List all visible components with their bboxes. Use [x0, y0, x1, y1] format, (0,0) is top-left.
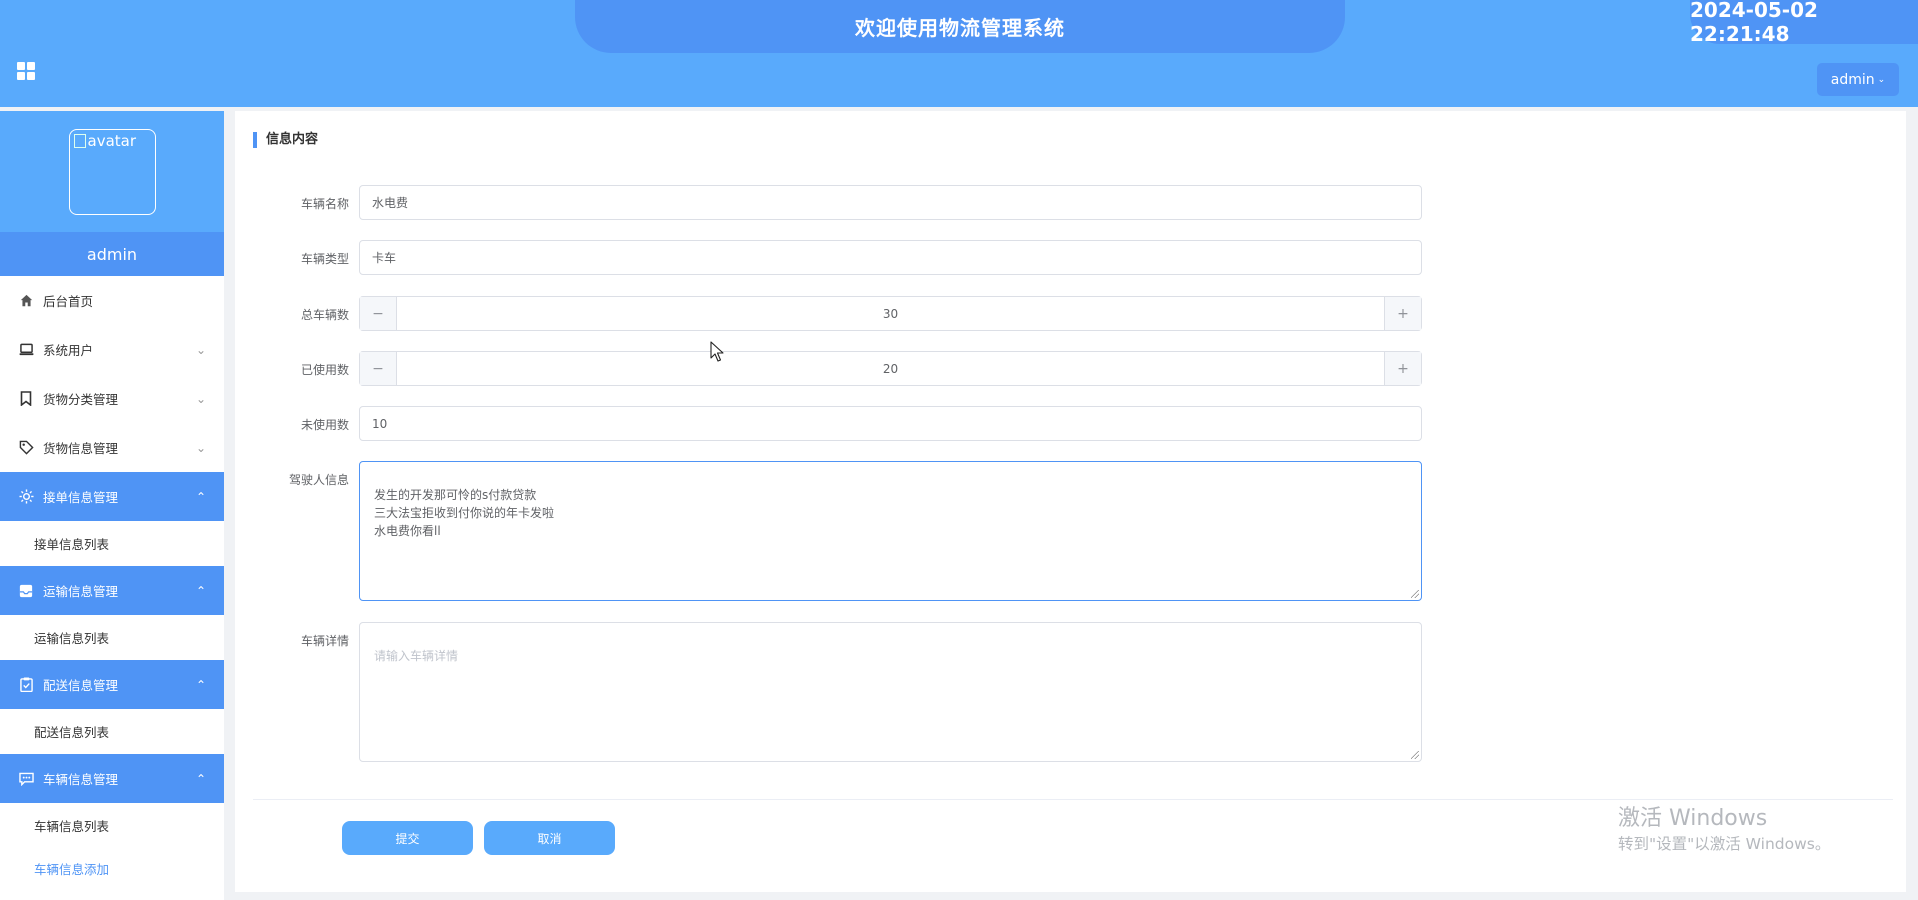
system-title: 欢迎使用物流管理系统 [575, 0, 1345, 53]
section-title: 信息内容 [253, 132, 318, 148]
chevron-up-icon: ⌃ [195, 489, 206, 504]
avatar-alt-text: avatar [87, 131, 137, 150]
watermark-line1: 激活 Windows [1618, 806, 1768, 831]
submit-button[interactable]: 提交 [342, 821, 473, 855]
broken-image-icon [73, 133, 86, 148]
vehicle-name-input[interactable]: 水电费 [359, 185, 1422, 220]
user-dropdown-label: admin [1830, 71, 1875, 88]
driver-info-textarea[interactable]: 发生的开发那可怜的s付款贷款 三大法宝拒收到付你说的年卡发啦 水电费你看ll [359, 461, 1422, 601]
menu-toggle-grid-icon[interactable] [17, 62, 35, 80]
inbox-icon [18, 583, 34, 599]
cancel-button[interactable]: 取消 [484, 821, 615, 855]
sidebar-item-label: 货物信息管理 [43, 441, 119, 456]
increment-button[interactable]: + [1384, 352, 1421, 385]
sidebar-item-home[interactable]: 后台首页 [0, 276, 224, 325]
mouse-pointer-icon [710, 341, 724, 367]
sidebar-item-label: 后台首页 [43, 294, 94, 309]
chevron-up-icon: ⌃ [195, 583, 206, 598]
avatar: avatar [68, 128, 156, 215]
sun-icon [18, 489, 34, 505]
datetime-display: 2024-05-02 22:21:48 [1690, 0, 1918, 46]
sidebar-item-label: 配送信息管理 [43, 678, 119, 693]
sidebar-item-vehicle-info[interactable]: 车辆信息管理 ⌃ [0, 754, 224, 803]
used-count-value[interactable]: 20 [397, 352, 1384, 385]
total-count-label: 总车辆数 [300, 308, 349, 322]
vehicle-detail-label: 车辆详情 [300, 634, 349, 648]
sidebar-item-label: 运输信息管理 [43, 584, 119, 599]
resize-handle-icon[interactable] [1411, 590, 1419, 598]
decrement-button[interactable]: − [360, 297, 397, 330]
sidebar-item-label: 车辆信息管理 [43, 772, 119, 787]
driver-info-text: 发生的开发那可怜的s付款贷款 三大法宝拒收到付你说的年卡发啦 水电费你看ll [374, 488, 555, 538]
sidebar-subitem-vehicle-add[interactable]: 车辆信息添加 [0, 848, 224, 888]
used-count-stepper[interactable]: − 20 + [359, 351, 1422, 386]
sidebar: avatar admin 后台首页 系统用户 ⌄ 货物分类管理 ⌄ 货物信息管理… [0, 111, 224, 900]
watermark-line2: 转到"设置"以激活 Windows。 [1618, 835, 1831, 853]
driver-info-label: 驾驶人信息 [288, 473, 349, 487]
sidebar-item-transport-info[interactable]: 运输信息管理 ⌃ [0, 566, 224, 615]
sidebar-profile: avatar [0, 111, 224, 232]
tag-icon [18, 440, 34, 456]
form-divider [253, 799, 1893, 800]
sidebar-item-delivery-info[interactable]: 配送信息管理 ⌃ [0, 660, 224, 709]
monitor-icon [18, 342, 34, 358]
resize-handle-icon[interactable] [1411, 751, 1419, 759]
message-icon [18, 771, 34, 787]
chevron-up-icon: ⌃ [195, 677, 206, 692]
used-count-label: 已使用数 [300, 363, 349, 377]
vehicle-type-label: 车辆类型 [300, 252, 349, 266]
vehicle-detail-placeholder: 请输入车辆详情 [374, 649, 459, 663]
unused-count-label: 未使用数 [300, 418, 349, 432]
unused-count-input[interactable]: 10 [359, 406, 1422, 441]
clipboard-icon [18, 677, 34, 693]
sidebar-item-label: 系统用户 [43, 343, 94, 358]
sidebar-item-label: 货物分类管理 [43, 392, 119, 407]
decrement-button[interactable]: − [360, 352, 397, 385]
sidebar-subitem-order-list[interactable]: 接单信息列表 [0, 521, 224, 566]
sidebar-subitem-transport-list[interactable]: 运输信息列表 [0, 615, 224, 660]
increment-button[interactable]: + [1384, 297, 1421, 330]
total-count-value[interactable]: 30 [397, 297, 1384, 330]
vehicle-type-input[interactable]: 卡车 [359, 240, 1422, 275]
sidebar-username: admin [0, 232, 224, 276]
sidebar-item-order-info[interactable]: 接单信息管理 ⌃ [0, 472, 224, 521]
sidebar-item-goods-info[interactable]: 货物信息管理 ⌄ [0, 423, 224, 472]
top-header: 欢迎使用物流管理系统 2024-05-02 22:21:48 admin ⌄ [0, 0, 1918, 107]
chevron-down-icon: ⌄ [195, 440, 206, 455]
vehicle-name-label: 车辆名称 [300, 197, 349, 211]
chevron-down-icon: ⌄ [195, 391, 206, 406]
main-content: 信息内容 车辆名称 水电费 车辆类型 卡车 总车辆数 − 30 + 已使用数 −… [235, 111, 1906, 892]
vehicle-detail-textarea[interactable]: 请输入车辆详情 [359, 622, 1422, 762]
sidebar-subitem-vehicle-list[interactable]: 车辆信息列表 [0, 803, 224, 848]
windows-activation-watermark: 激活 Windows 转到"设置"以激活 Windows。 [1618, 805, 1830, 855]
sidebar-item-goods-category[interactable]: 货物分类管理 ⌄ [0, 374, 224, 423]
sidebar-item-system-users[interactable]: 系统用户 ⌄ [0, 325, 224, 374]
home-icon [18, 293, 34, 309]
total-count-stepper[interactable]: − 30 + [359, 296, 1422, 331]
chevron-down-icon: ⌄ [195, 342, 206, 357]
chevron-up-icon: ⌃ [195, 771, 206, 786]
bookmark-icon [18, 391, 34, 407]
user-dropdown-button[interactable]: admin ⌄ [1817, 63, 1899, 96]
sidebar-subitem-delivery-list[interactable]: 配送信息列表 [0, 709, 224, 754]
sidebar-item-label: 接单信息管理 [43, 490, 119, 505]
chevron-down-icon: ⌄ [1877, 74, 1886, 85]
